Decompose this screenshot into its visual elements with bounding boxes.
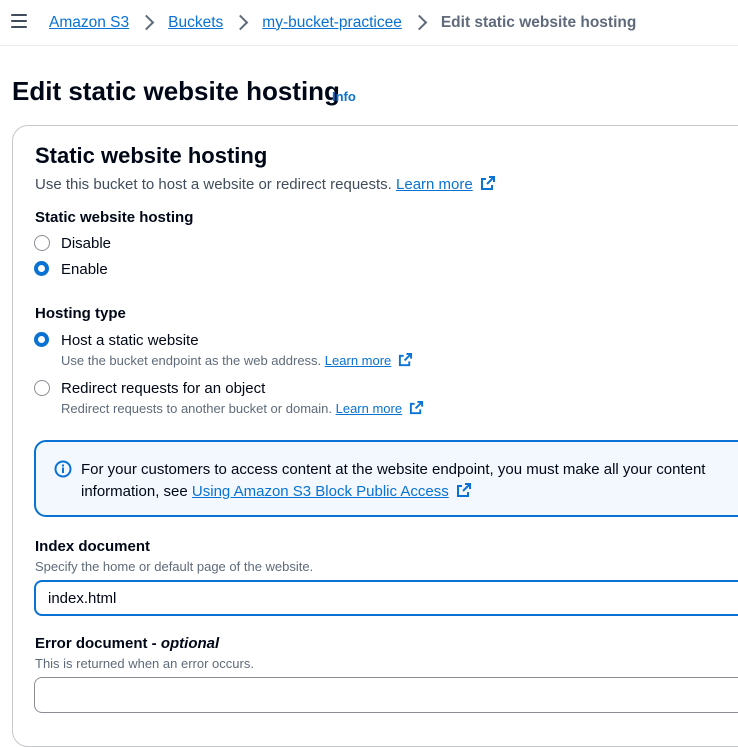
chevron-right-icon: [233, 14, 249, 31]
disable-radio-label[interactable]: Disable: [61, 235, 111, 252]
breadcrumb-bucket[interactable]: my-bucket-practicee: [262, 14, 402, 32]
page-title: Edit static website hosting: [12, 76, 340, 106]
external-link-icon: [409, 400, 423, 415]
alert-line-1: For your customers to access content at …: [81, 461, 706, 478]
breadcrumb-amazon-s3[interactable]: Amazon S3: [49, 14, 129, 32]
alert-line-2: information, see Using Amazon S3 Block P…: [81, 481, 738, 503]
disable-radio[interactable]: [34, 235, 50, 251]
breadcrumb: Amazon S3 Buckets my-bucket-practicee Ed…: [49, 0, 636, 45]
error-document-desc: This is returned when an error occurs.: [35, 656, 254, 671]
alert-text: For your customers to access content at …: [81, 459, 738, 503]
error-document-label-text: Error document: [35, 635, 148, 652]
host-static-website-radio[interactable]: [34, 332, 49, 347]
info-icon: [54, 460, 72, 478]
external-link-icon: [480, 176, 495, 190]
learn-more-link[interactable]: Learn more: [396, 176, 473, 193]
redirect-learn-more-link[interactable]: Learn more: [336, 401, 402, 416]
breadcrumb-current: Edit static website hosting: [440, 13, 637, 31]
redirect-requests-label[interactable]: Redirect requests for an object: [61, 380, 265, 397]
redirect-requests-radio[interactable]: [34, 380, 50, 396]
hosting-type-label: Hosting type: [35, 305, 126, 322]
error-document-label: Error document - optional: [35, 635, 220, 652]
info-link[interactable]: Info: [332, 89, 356, 104]
host-static-website-desc: Use the bucket endpoint as the web addre…: [61, 352, 413, 368]
chevron-right-icon: [138, 14, 155, 31]
redirect-requests-desc-text: Redirect requests to another bucket or d…: [61, 401, 332, 416]
external-link-icon: [398, 352, 412, 367]
enable-radio-label[interactable]: Enable: [61, 261, 108, 278]
index-document-label: Index document: [35, 538, 151, 555]
host-learn-more-link[interactable]: Learn more: [325, 353, 391, 368]
enable-radio[interactable]: [34, 261, 49, 276]
hamburger-menu-icon[interactable]: [11, 14, 27, 28]
hosting-label: Static website hosting: [35, 209, 194, 226]
redirect-requests-desc: Redirect requests to another bucket or d…: [61, 400, 424, 416]
public-access-alert: For your customers to access content at …: [34, 440, 738, 517]
top-bar: Amazon S3 Buckets my-bucket-practicee Ed…: [0, 0, 738, 46]
external-link-icon: [456, 483, 471, 497]
chevron-right-icon: [411, 14, 428, 31]
block-public-access-link[interactable]: Using Amazon S3 Block Public Access: [192, 483, 449, 500]
error-document-input[interactable]: [34, 677, 738, 713]
section-description-text: Use this bucket to host a website or red…: [35, 176, 392, 193]
section-title: Static website hosting: [35, 143, 268, 168]
optional-tag: optional: [160, 635, 220, 652]
index-document-input[interactable]: [34, 580, 738, 616]
host-static-website-desc-text: Use the bucket endpoint as the web addre…: [61, 353, 322, 368]
section-description: Use this bucket to host a website or red…: [35, 175, 496, 193]
breadcrumb-buckets[interactable]: Buckets: [168, 14, 223, 32]
alert-line-2-prefix: information, see: [81, 483, 188, 500]
host-static-website-label[interactable]: Host a static website: [61, 332, 199, 349]
index-document-desc: Specify the home or default page of the …: [35, 559, 314, 574]
